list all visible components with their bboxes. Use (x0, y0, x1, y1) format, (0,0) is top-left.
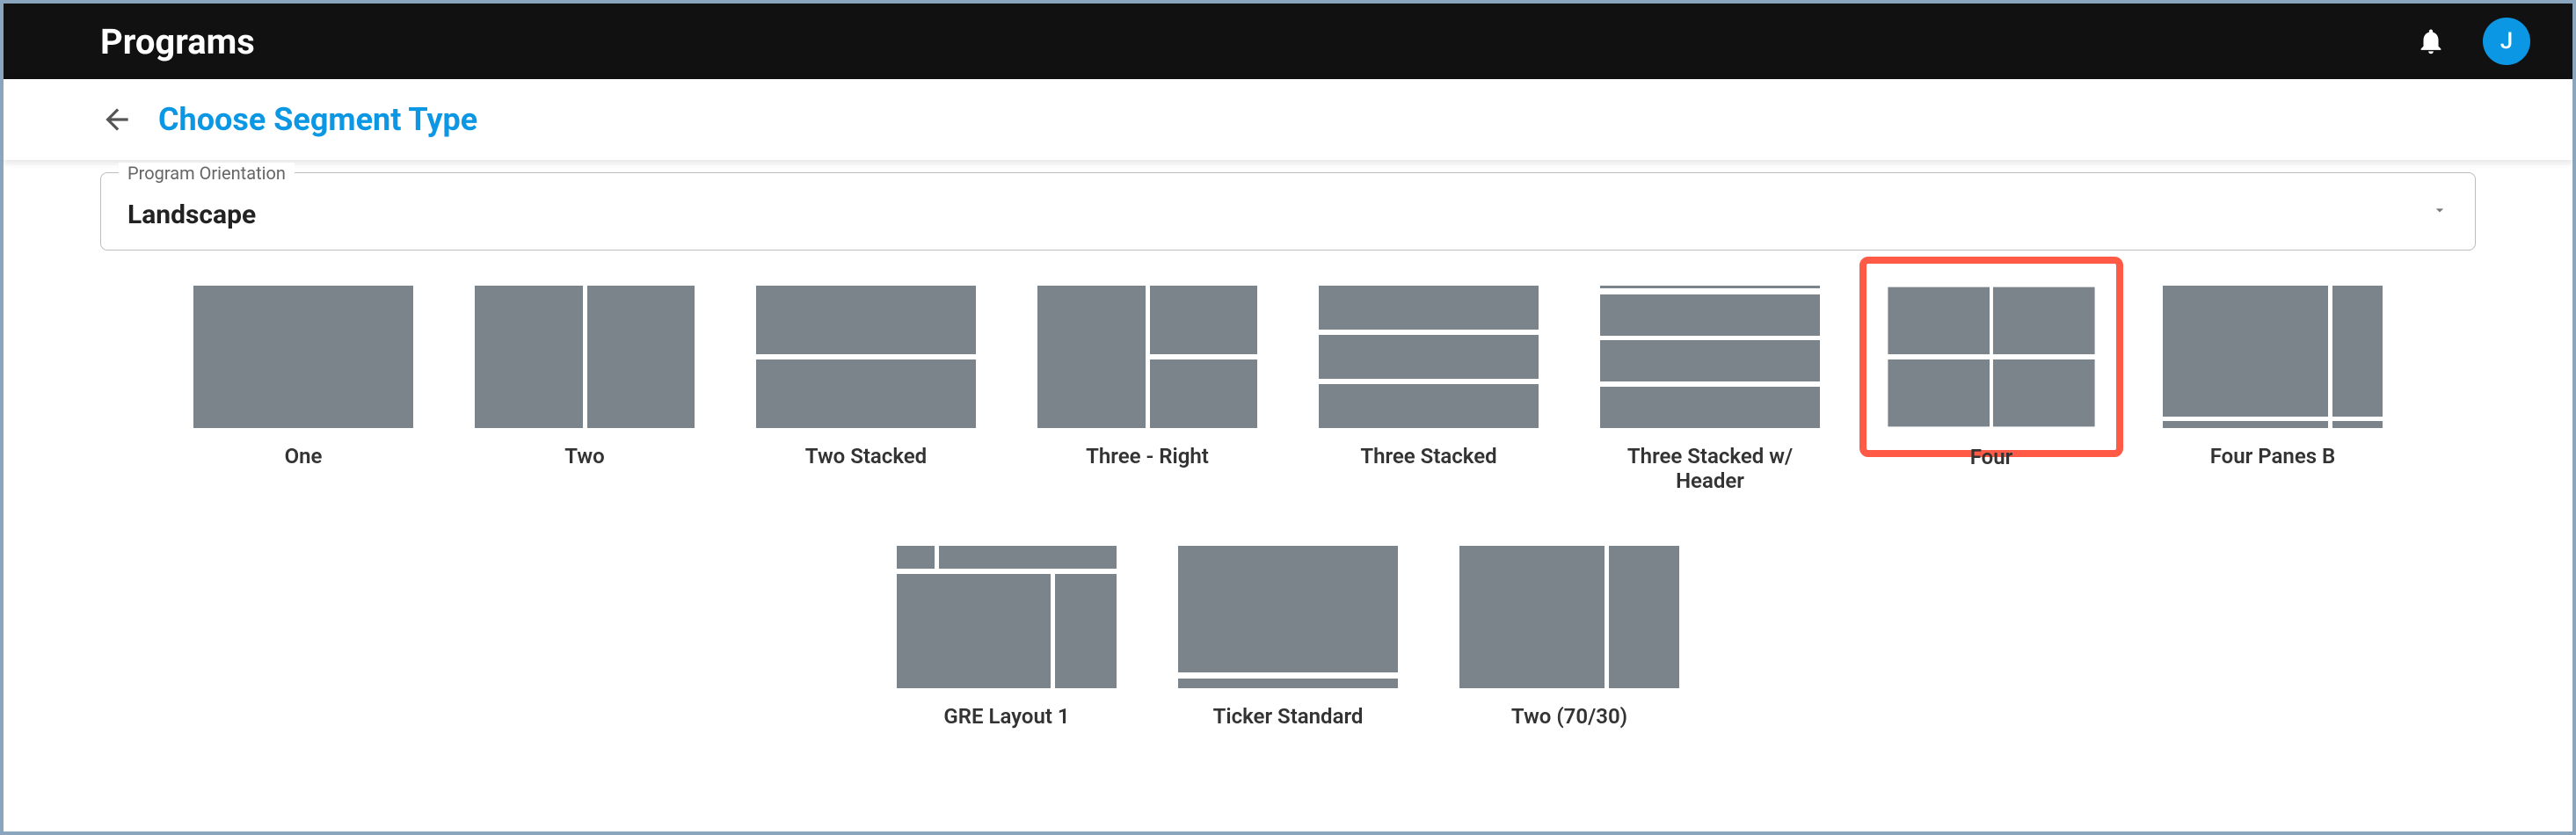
layout-thumb-wrap (193, 286, 413, 428)
layout-tile-two[interactable]: Two (475, 286, 695, 493)
layout-pane (1037, 286, 1146, 428)
layout-pane (897, 574, 1051, 688)
layout-tile-label: Three Stacked (1360, 444, 1496, 468)
layout-thumb (1037, 286, 1257, 428)
layout-thumb-wrap (475, 286, 695, 428)
layout-pane (1888, 287, 1989, 354)
layout-pane (1600, 294, 1820, 336)
layout-thumb-wrap (1459, 546, 1679, 688)
layout-tile-three-right[interactable]: Three - Right (1037, 286, 1257, 493)
layout-thumb (1319, 286, 1539, 428)
layout-thumb-wrap (897, 546, 1117, 688)
layout-pane (1459, 546, 1605, 688)
layout-tile-label: Ticker Standard (1213, 704, 1364, 729)
layout-pane (1609, 546, 1679, 688)
layout-tile-label: Two (70/30) (1511, 704, 1627, 729)
layout-thumb-wrap (1319, 286, 1539, 428)
layout-tile-label: Four Panes B (2210, 444, 2336, 468)
layout-pane (897, 546, 935, 569)
subheader: Choose Segment Type (4, 79, 2572, 160)
orientation-legend: Program Orientation (119, 163, 295, 184)
layout-thumb-wrap (2163, 286, 2383, 428)
layout-pane (1150, 286, 1258, 354)
app-frame: Programs J Choose Segment Type Program O… (0, 0, 2576, 835)
back-button[interactable] (100, 103, 134, 136)
layout-pane (2332, 421, 2383, 428)
layout-tile-label: GRE Layout 1 (943, 704, 1069, 729)
layout-thumb (756, 286, 976, 428)
layout-pane (2163, 286, 2328, 417)
layout-pane (2163, 421, 2328, 428)
layout-tile-label: Three Stacked w/ Header (1600, 444, 1820, 493)
subheader-title: Choose Segment Type (158, 101, 477, 138)
layout-tile-label: Two (564, 444, 604, 468)
layout-tile-label: Two Stacked (805, 444, 927, 468)
layout-tile-two-70-30[interactable]: Two (70/30) (1459, 546, 1679, 729)
page-title: Programs (100, 21, 255, 62)
layout-thumb (1600, 286, 1820, 428)
layout-pane (475, 286, 583, 428)
layout-tile-label: Three - Right (1086, 444, 1209, 468)
avatar[interactable]: J (2483, 18, 2530, 65)
layout-tile-ticker-standard[interactable]: Ticker Standard (1178, 546, 1398, 729)
layout-pane (756, 286, 976, 354)
layout-thumb-wrap (1600, 286, 1820, 428)
layout-pane (587, 286, 695, 428)
topbar: Programs J (4, 4, 2572, 79)
layout-tile-three-stacked-header[interactable]: Three Stacked w/ Header (1600, 286, 1820, 493)
layout-pane (1888, 359, 1989, 426)
layout-pane (1993, 359, 2094, 426)
layout-pane (1055, 574, 1117, 688)
layout-thumb (1178, 546, 1398, 688)
layout-thumb (2163, 286, 2383, 428)
layout-pane (1150, 359, 1258, 428)
layout-pane (193, 286, 413, 428)
layout-tiles-grid: One Two Two Stacked Three - Right Three Stac… (100, 286, 2476, 729)
layout-thumb (1888, 287, 2094, 427)
layout-thumb-wrap (1037, 286, 1257, 428)
arrow-left-icon (100, 103, 134, 136)
layout-tile-four-panes-b[interactable]: Four Panes B (2163, 286, 2383, 493)
layout-tile-gre-layout-1[interactable]: GRE Layout 1 (897, 546, 1117, 729)
layout-thumb-wrap (756, 286, 976, 428)
layout-pane (1600, 387, 1820, 428)
orientation-value: Landscape (127, 200, 2441, 230)
layout-pane (756, 359, 976, 428)
layout-pane (1600, 286, 1820, 288)
layout-pane (1178, 546, 1398, 672)
layout-pane (2332, 286, 2383, 417)
layout-tile-label: One (285, 444, 323, 468)
layout-pane (1600, 340, 1820, 381)
layout-tile-two-stacked[interactable]: Two Stacked (756, 286, 976, 493)
layout-thumb (1459, 546, 1679, 688)
notifications-button[interactable] (2416, 26, 2446, 56)
avatar-initial: J (2500, 28, 2513, 54)
layout-tile-label: Four (1970, 445, 2013, 469)
layout-thumb (475, 286, 695, 428)
layout-thumb-wrap (1178, 546, 1398, 688)
layout-pane (939, 546, 1117, 569)
layout-tile-one[interactable]: One (193, 286, 413, 493)
layout-tile-three-stacked[interactable]: Three Stacked (1319, 286, 1539, 493)
bell-icon (2416, 26, 2446, 56)
layout-thumb (193, 286, 413, 428)
layout-pane (1319, 335, 1539, 379)
layout-thumb (897, 546, 1117, 688)
topbar-actions: J (2416, 18, 2530, 65)
chevron-down-icon (2431, 201, 2449, 222)
layout-pane (1178, 679, 1398, 688)
layout-pane (1993, 287, 2094, 354)
layout-tile-four[interactable]: Four (1881, 286, 2101, 493)
layout-pane (1319, 384, 1539, 428)
layout-thumb-wrap (1859, 257, 2123, 457)
layout-pane (1319, 286, 1539, 330)
orientation-select[interactable]: Program Orientation Landscape (100, 172, 2476, 250)
content-area: Program Orientation Landscape One Two Two … (4, 160, 2572, 764)
